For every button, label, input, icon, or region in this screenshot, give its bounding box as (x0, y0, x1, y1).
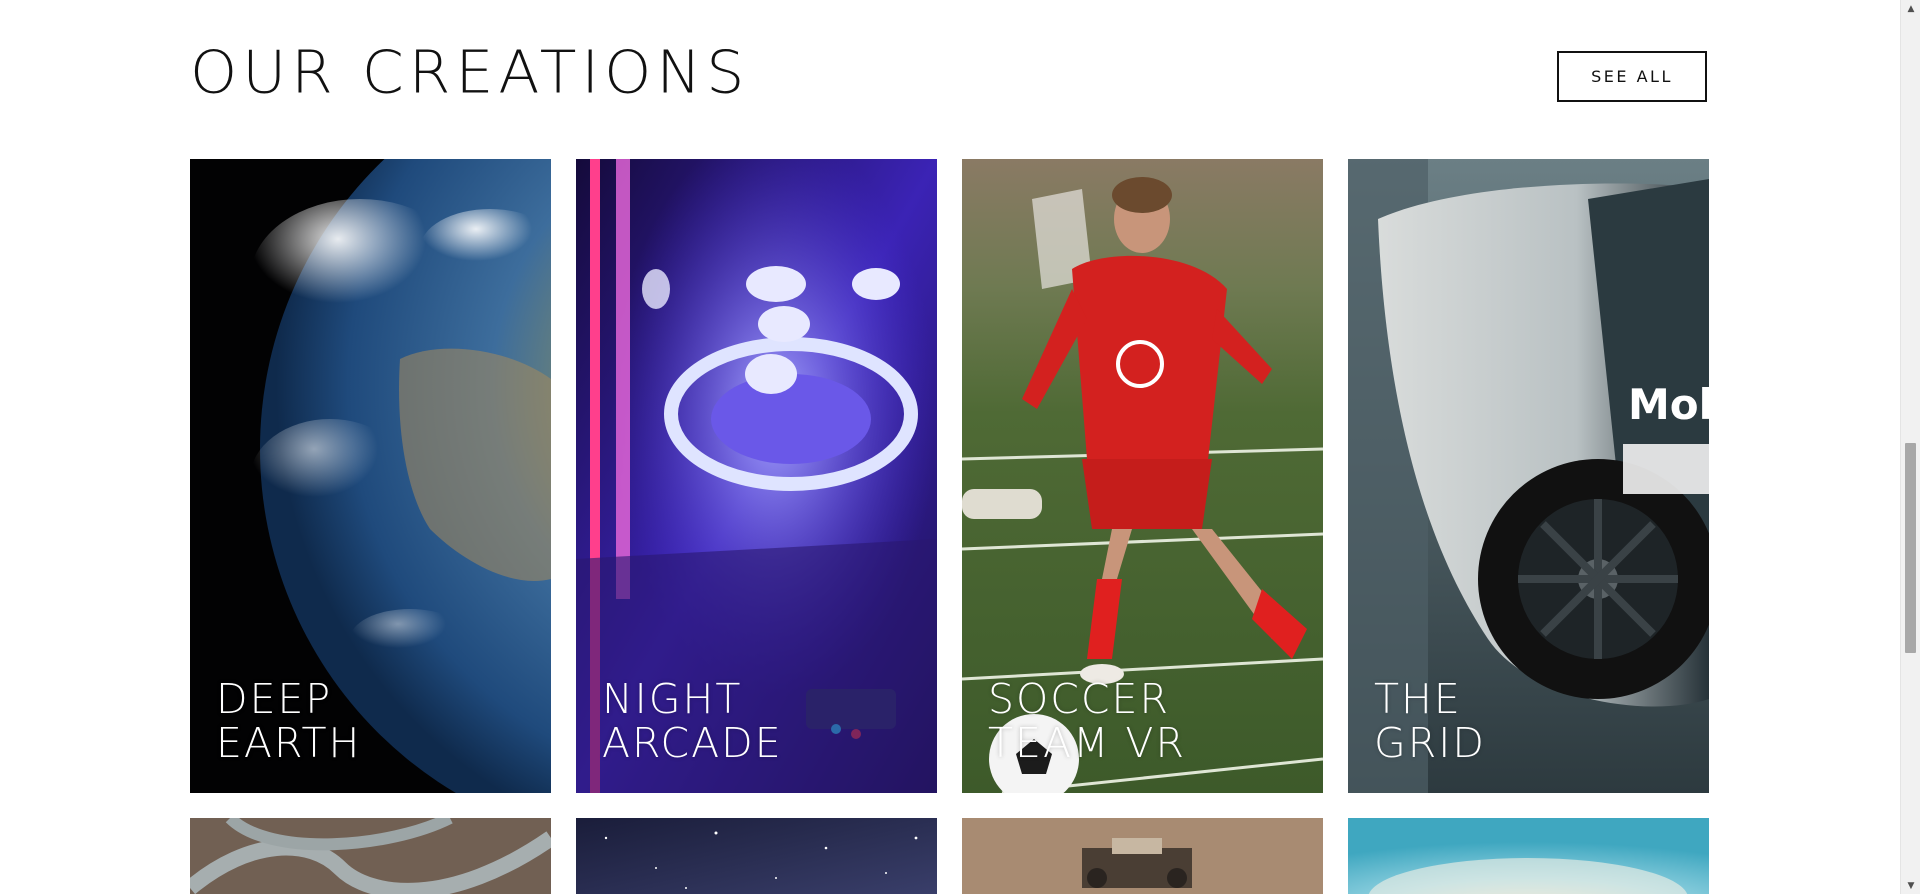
card-rover-partial[interactable] (962, 818, 1323, 894)
card-stars-partial[interactable] (576, 818, 937, 894)
scrollbar[interactable]: ▲ ▼ (1900, 0, 1920, 894)
card-label: DEEP EARTH (216, 675, 362, 767)
card-label: THE GRID (1374, 675, 1486, 767)
scrollbar-thumb[interactable] (1905, 443, 1916, 653)
scroll-down-icon[interactable]: ▼ (1901, 877, 1920, 894)
sponsor-logo: Mob (1628, 380, 1709, 429)
card-sky-partial[interactable] (1348, 818, 1709, 894)
card-label: SOCCER TEAM VR (988, 675, 1186, 767)
card-label: NIGHT ARCADE (602, 675, 783, 767)
sky-image (1348, 818, 1709, 894)
card-deep-earth[interactable]: DEEP EARTH (190, 159, 551, 793)
section-title: OUR CREATIONS (190, 38, 750, 108)
road-image (190, 818, 551, 894)
rover-image (962, 818, 1323, 894)
page: OUR CREATIONS SEE ALL DEEP EARTH NIGHT A… (0, 0, 1920, 894)
card-road-partial[interactable] (190, 818, 551, 894)
card-the-grid[interactable]: Mob THE GRID (1348, 159, 1709, 793)
see-all-button[interactable]: SEE ALL (1557, 51, 1707, 102)
stars-image (576, 818, 937, 894)
scroll-up-icon[interactable]: ▲ (1901, 0, 1920, 17)
card-soccer-team-vr[interactable]: SOCCER TEAM VR (962, 159, 1323, 793)
card-night-arcade[interactable]: NIGHT ARCADE (576, 159, 937, 793)
